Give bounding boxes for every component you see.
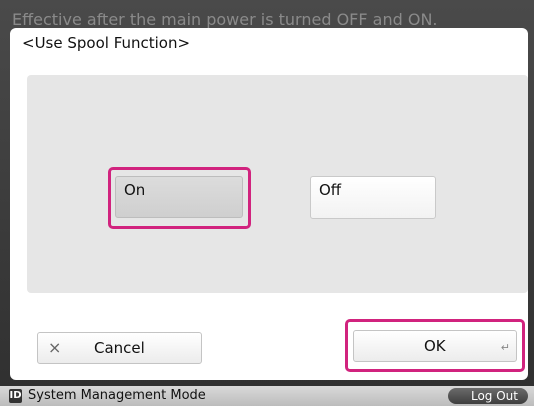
option-on-button[interactable]: On: [115, 176, 243, 218]
status-bar: ID System Management Mode Log Out: [0, 386, 534, 406]
option-off-label: Off: [319, 181, 342, 199]
cancel-button[interactable]: × Cancel: [37, 332, 202, 364]
dialog-title: <Use Spool Function>: [22, 34, 191, 52]
option-on-label: On: [124, 181, 146, 199]
logout-label: Log Out: [470, 389, 518, 403]
close-icon: ×: [48, 338, 62, 357]
options-panel: [27, 75, 528, 293]
mode-label: System Management Mode: [28, 388, 206, 403]
ok-label: OK: [424, 337, 446, 355]
logout-button[interactable]: Log Out: [448, 388, 528, 404]
enter-icon: ↵: [500, 341, 510, 354]
info-message: Effective after the main power is turned…: [12, 10, 438, 29]
cancel-label: Cancel: [94, 339, 145, 357]
option-off-button[interactable]: Off: [310, 176, 436, 219]
id-badge-icon: ID: [9, 389, 22, 403]
ok-button[interactable]: OK ↵: [353, 330, 517, 362]
